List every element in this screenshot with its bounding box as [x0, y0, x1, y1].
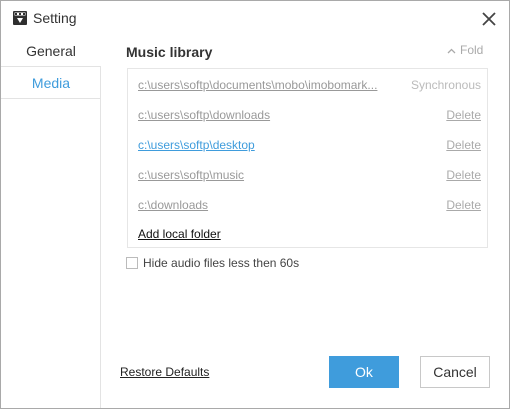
settings-sidebar: General Media — [1, 35, 101, 408]
hide-short-audio-label: Hide audio files less then 60s — [143, 256, 300, 270]
folder-path-link[interactable]: c:\users\softp\music — [138, 168, 244, 182]
close-icon[interactable] — [479, 9, 499, 29]
folder-path-link[interactable]: c:\users\softp\documents\mobo\imobomark.… — [138, 78, 377, 92]
fold-button[interactable]: Fold — [447, 43, 483, 57]
delete-folder-link[interactable]: Delete — [446, 108, 481, 122]
delete-folder-link[interactable]: Delete — [446, 198, 481, 212]
chevron-up-icon — [447, 48, 456, 54]
fold-label: Fold — [460, 43, 484, 57]
ok-button[interactable]: Ok — [329, 356, 399, 388]
music-library-title: Music library — [126, 44, 213, 60]
folder-row: c:\downloads Delete — [128, 189, 487, 219]
cancel-button[interactable]: Cancel — [420, 356, 490, 388]
settings-window: Setting General Media Music library Fold… — [0, 0, 510, 409]
restore-defaults-link[interactable]: Restore Defaults — [120, 365, 209, 379]
title-bar: Setting — [1, 1, 509, 35]
delete-folder-link[interactable]: Delete — [446, 168, 481, 182]
music-library-list: c:\users\softp\documents\mobo\imobomark.… — [127, 68, 488, 248]
hide-short-audio-checkbox[interactable] — [126, 257, 138, 269]
folder-row: c:\users\softp\documents\mobo\imobomark.… — [128, 69, 487, 99]
tab-general[interactable]: General — [1, 35, 101, 67]
delete-folder-link[interactable]: Delete — [446, 138, 481, 152]
app-icon — [13, 11, 27, 25]
folder-path-link[interactable]: c:\users\softp\desktop — [138, 138, 255, 152]
synchronous-status: Synchronous — [410, 78, 481, 92]
folder-row: c:\users\softp\music Delete — [128, 159, 487, 189]
folder-row: c:\users\softp\downloads Delete — [128, 99, 487, 129]
window-title: Setting — [33, 10, 77, 26]
folder-path-link[interactable]: c:\users\softp\downloads — [138, 108, 270, 122]
add-local-folder-link[interactable]: Add local folder — [138, 227, 221, 241]
folder-path-link[interactable]: c:\downloads — [138, 198, 208, 212]
tab-media[interactable]: Media — [1, 67, 101, 99]
folder-row: c:\users\softp\desktop Delete — [128, 129, 487, 159]
